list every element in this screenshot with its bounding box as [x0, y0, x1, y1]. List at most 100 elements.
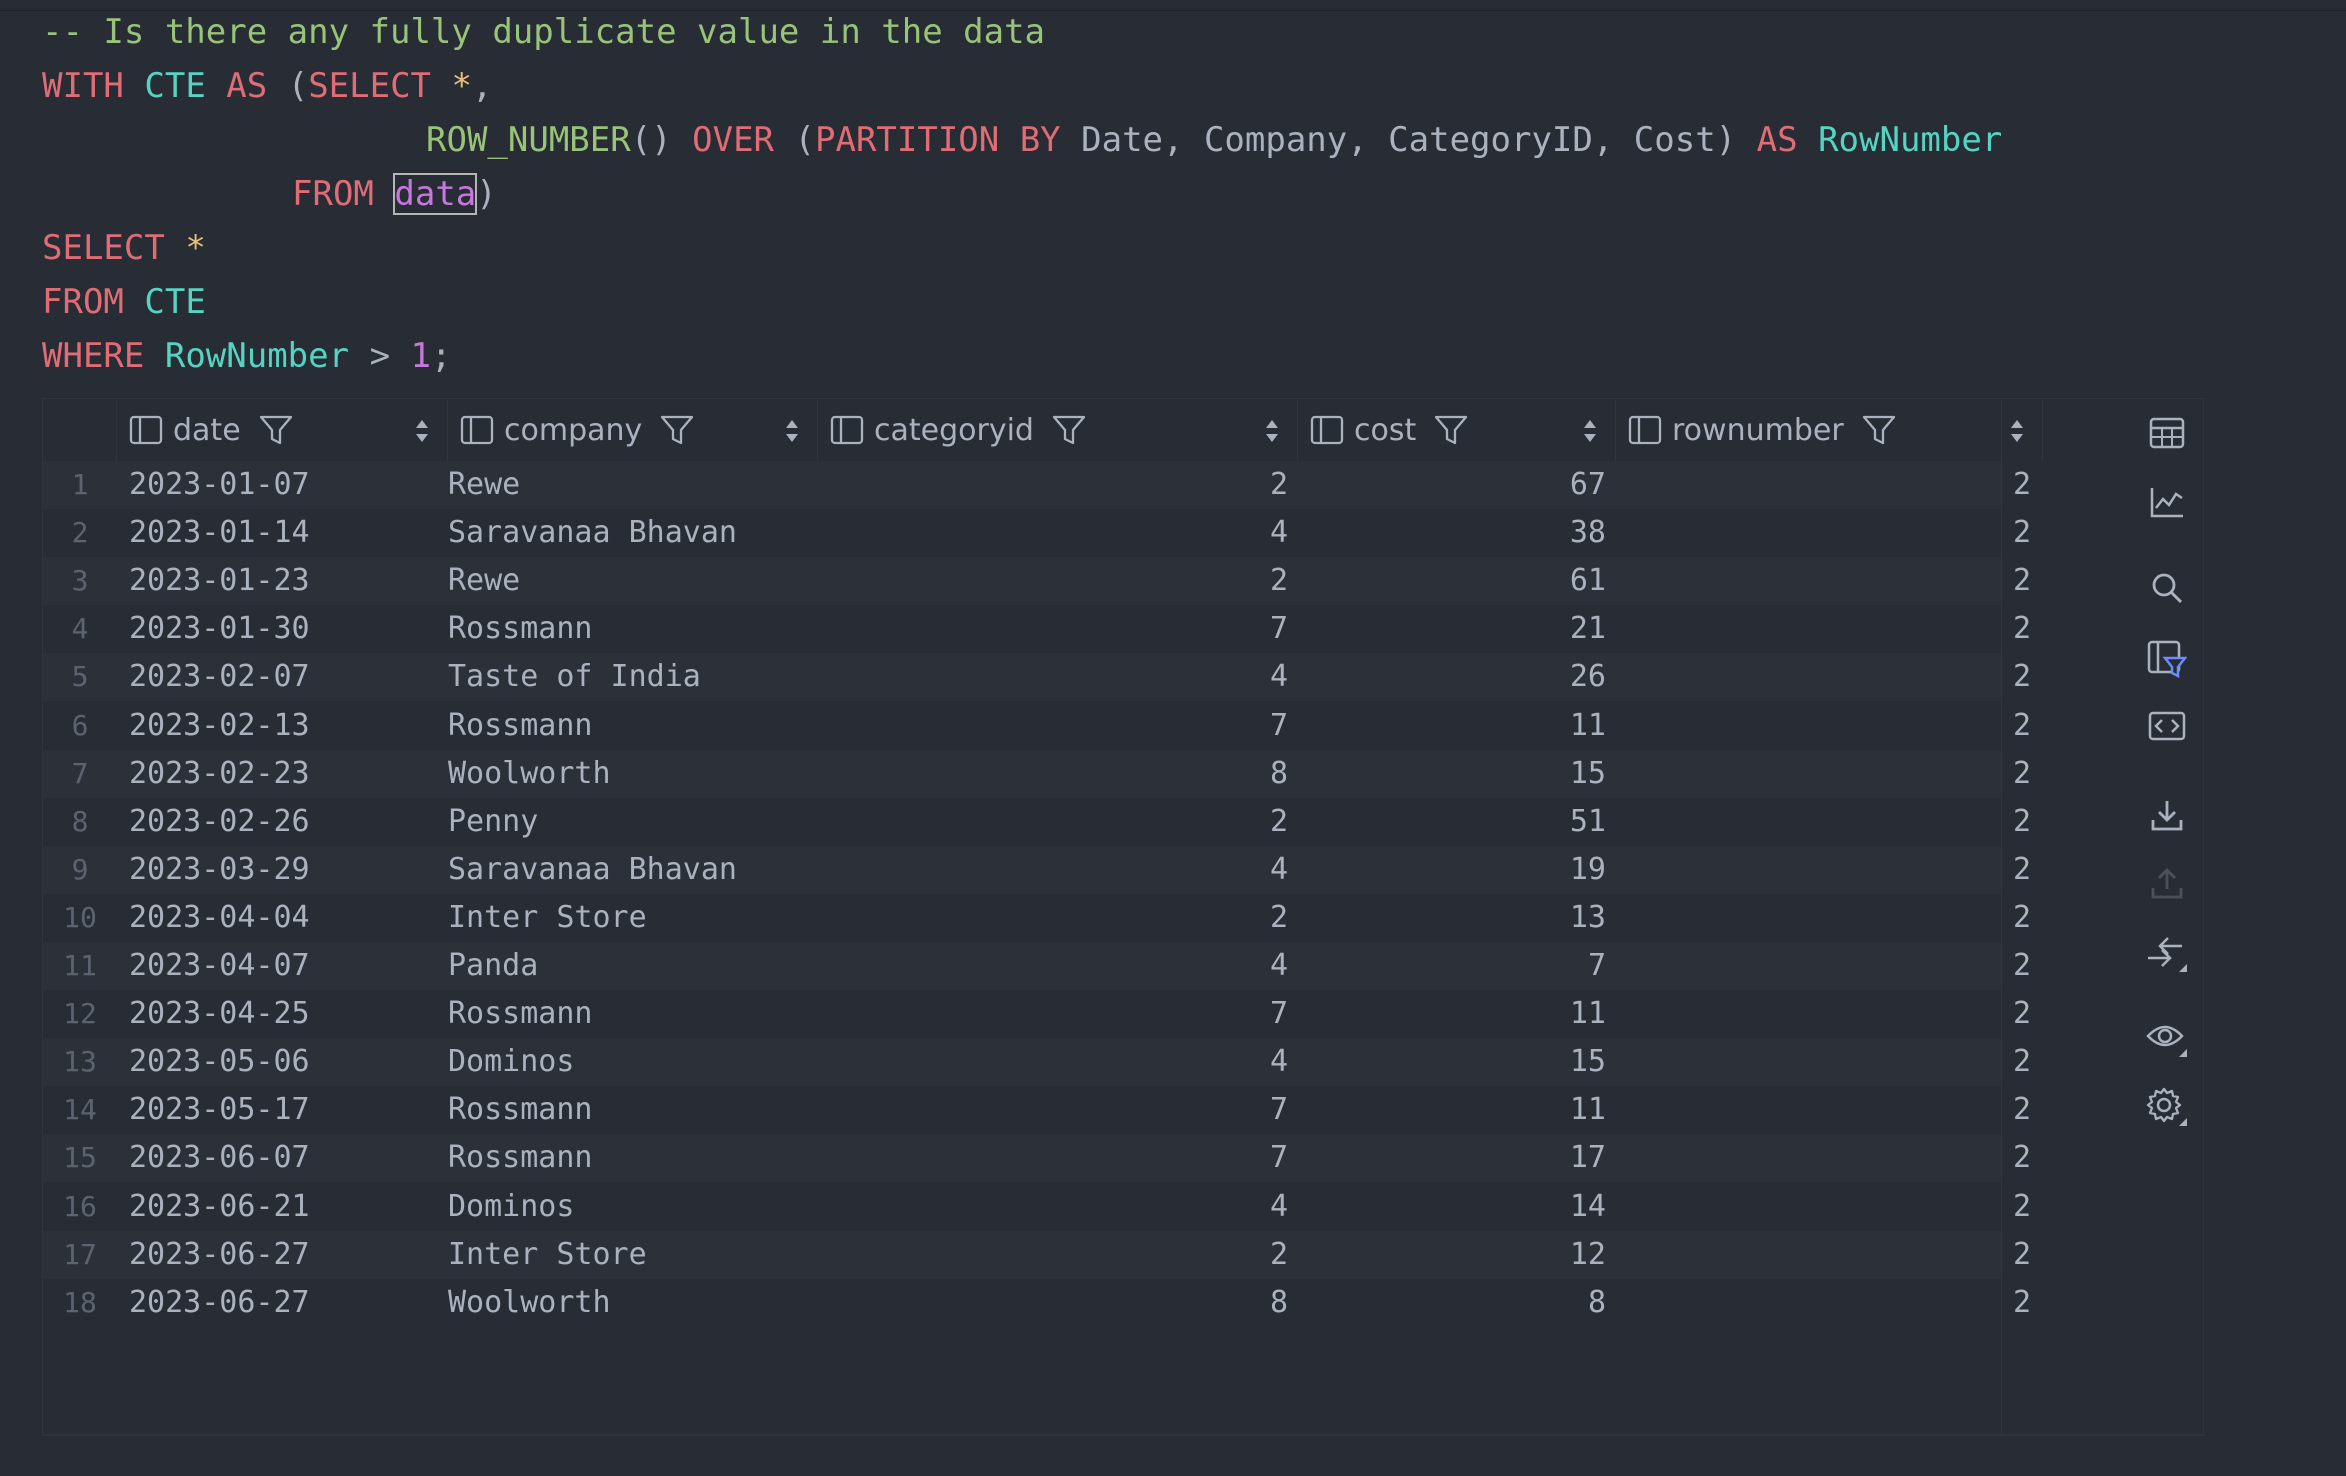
row-number[interactable]: 2 — [43, 509, 117, 557]
cell-rownumber[interactable]: 2 — [1616, 557, 2043, 605]
cell-rownumber[interactable]: 2 — [1616, 1231, 2043, 1279]
cell-date[interactable]: 2023-02-07 — [129, 653, 439, 701]
cell-cost[interactable]: 13 — [1298, 894, 1616, 942]
filter-columns-icon[interactable] — [2143, 635, 2191, 683]
table-row[interactable]: 3 2023-01-23 Rewe 2 61 2 — [43, 557, 2031, 606]
cell-date[interactable]: 2023-01-07 — [129, 461, 439, 509]
row-number[interactable]: 17 — [43, 1231, 117, 1279]
code-view-icon[interactable] — [2143, 702, 2191, 750]
cell-rownumber[interactable]: 2 — [1616, 798, 2043, 846]
table-row[interactable]: 12 2023-04-25 Rossmann 7 11 2 — [43, 990, 2031, 1039]
cell-categoryid[interactable]: 4 — [818, 846, 1298, 894]
row-number[interactable]: 10 — [43, 894, 117, 942]
cell-categoryid[interactable]: 2 — [818, 798, 1298, 846]
table-row[interactable]: 17 2023-06-27 Inter Store 2 12 2 — [43, 1230, 2031, 1279]
cell-cost[interactable]: 19 — [1298, 846, 1616, 894]
cell-company[interactable]: Rewe — [448, 461, 818, 509]
filter-icon[interactable] — [1434, 414, 1468, 446]
header-date[interactable]: date — [117, 399, 448, 461]
cell-date[interactable]: 2023-06-21 — [129, 1183, 439, 1231]
cell-date[interactable]: 2023-06-07 — [129, 1134, 439, 1182]
cell-company[interactable]: Panda — [448, 942, 818, 990]
row-number[interactable]: 16 — [43, 1183, 117, 1231]
collapse-icon[interactable] — [2143, 929, 2191, 977]
filter-icon[interactable] — [1862, 414, 1896, 446]
cell-date[interactable]: 2023-06-27 — [129, 1279, 439, 1327]
header-cost[interactable]: cost — [1298, 399, 1616, 461]
cell-categoryid[interactable]: 2 — [818, 461, 1298, 509]
header-categoryid[interactable]: categoryid — [818, 399, 1298, 461]
cell-cost[interactable]: 38 — [1298, 509, 1616, 557]
table-row[interactable]: 4 2023-01-30 Rossmann 7 21 2 — [43, 605, 2031, 654]
table-row[interactable]: 10 2023-04-04 Inter Store 2 13 2 — [43, 893, 2031, 942]
filter-icon[interactable] — [660, 414, 694, 446]
cell-categoryid[interactable]: 2 — [818, 894, 1298, 942]
header-company[interactable]: company — [448, 399, 818, 461]
cell-categoryid[interactable]: 4 — [818, 509, 1298, 557]
row-number[interactable]: 13 — [43, 1038, 117, 1086]
cell-categoryid[interactable]: 4 — [818, 653, 1298, 701]
chart-view-icon[interactable] — [2143, 478, 2191, 526]
cell-rownumber[interactable]: 2 — [1616, 990, 2043, 1038]
cell-company[interactable]: Saravanaa Bhavan — [448, 509, 818, 557]
cell-cost[interactable]: 8 — [1298, 1279, 1616, 1327]
cell-categoryid[interactable]: 4 — [818, 1183, 1298, 1231]
table-row[interactable]: 2 2023-01-14 Saravanaa Bhavan 4 38 2 — [43, 509, 2031, 558]
cell-company[interactable]: Woolworth — [448, 1279, 818, 1327]
cell-date[interactable]: 2023-04-07 — [129, 942, 439, 990]
cell-categoryid[interactable]: 7 — [818, 1134, 1298, 1182]
table-row[interactable]: 11 2023-04-07 Panda 4 7 2 — [43, 942, 2031, 990]
table-row[interactable]: 16 2023-06-21 Dominos 4 14 2 — [43, 1182, 2031, 1231]
filter-icon[interactable] — [1052, 414, 1086, 446]
cell-rownumber[interactable]: 2 — [1616, 750, 2043, 798]
table-row[interactable]: 6 2023-02-13 Rossmann 7 11 2 — [43, 701, 2031, 750]
table-row[interactable]: 5 2023-02-07 Taste of India 4 26 2 — [43, 653, 2031, 702]
cell-rownumber[interactable]: 2 — [1616, 605, 2043, 653]
row-number[interactable]: 8 — [43, 798, 117, 846]
row-number[interactable]: 14 — [43, 1086, 117, 1134]
cell-cost[interactable]: 11 — [1298, 702, 1616, 750]
row-number[interactable]: 6 — [43, 702, 117, 750]
row-number[interactable]: 11 — [43, 942, 117, 990]
cell-rownumber[interactable]: 2 — [1616, 1183, 2043, 1231]
cell-categoryid[interactable]: 7 — [818, 990, 1298, 1038]
row-number[interactable]: 1 — [43, 461, 117, 509]
row-number[interactable]: 3 — [43, 557, 117, 605]
cell-date[interactable]: 2023-04-25 — [129, 990, 439, 1038]
table-row[interactable]: 13 2023-05-06 Dominos 4 15 2 — [43, 1038, 2031, 1087]
cell-rownumber[interactable]: 2 — [1616, 509, 2043, 557]
cell-categoryid[interactable]: 8 — [818, 750, 1298, 798]
cell-rownumber[interactable]: 2 — [1616, 1134, 2043, 1182]
sort-icon[interactable] — [1583, 417, 1597, 452]
cell-company[interactable]: Woolworth — [448, 750, 818, 798]
cell-company[interactable]: Penny — [448, 798, 818, 846]
cell-cost[interactable]: 11 — [1298, 990, 1616, 1038]
cell-date[interactable]: 2023-01-23 — [129, 557, 439, 605]
header-rownumber[interactable]: rownumber — [1616, 399, 2043, 461]
cell-date[interactable]: 2023-06-27 — [129, 1231, 439, 1279]
cell-date[interactable]: 2023-02-26 — [129, 798, 439, 846]
table-row[interactable]: 7 2023-02-23 Woolworth 8 15 2 — [43, 749, 2031, 798]
cell-cost[interactable]: 12 — [1298, 1231, 1616, 1279]
cell-company[interactable]: Inter Store — [448, 894, 818, 942]
cell-categoryid[interactable]: 2 — [818, 557, 1298, 605]
row-number[interactable]: 7 — [43, 750, 117, 798]
table-row[interactable]: 8 2023-02-26 Penny 2 51 2 — [43, 797, 2031, 846]
row-number[interactable]: 18 — [43, 1279, 117, 1327]
cell-categoryid[interactable]: 4 — [818, 942, 1298, 990]
cell-rownumber[interactable]: 2 — [1616, 461, 2043, 509]
cell-categoryid[interactable]: 8 — [818, 1279, 1298, 1327]
download-icon[interactable] — [2143, 791, 2191, 839]
cell-cost[interactable]: 17 — [1298, 1134, 1616, 1182]
cell-categoryid[interactable]: 7 — [818, 702, 1298, 750]
cell-cost[interactable]: 21 — [1298, 605, 1616, 653]
upload-icon[interactable] — [2143, 859, 2191, 907]
cell-cost[interactable]: 15 — [1298, 750, 1616, 798]
row-number[interactable]: 12 — [43, 990, 117, 1038]
preview-icon[interactable] — [2143, 1015, 2191, 1063]
cell-categoryid[interactable]: 7 — [818, 605, 1298, 653]
table-row[interactable]: 18 2023-06-27 Woolworth 8 8 2 — [43, 1278, 2031, 1327]
cell-rownumber[interactable]: 2 — [1616, 1279, 2043, 1327]
cell-date[interactable]: 2023-02-13 — [129, 702, 439, 750]
table-row[interactable]: 9 2023-03-29 Saravanaa Bhavan 4 19 2 — [43, 845, 2031, 894]
